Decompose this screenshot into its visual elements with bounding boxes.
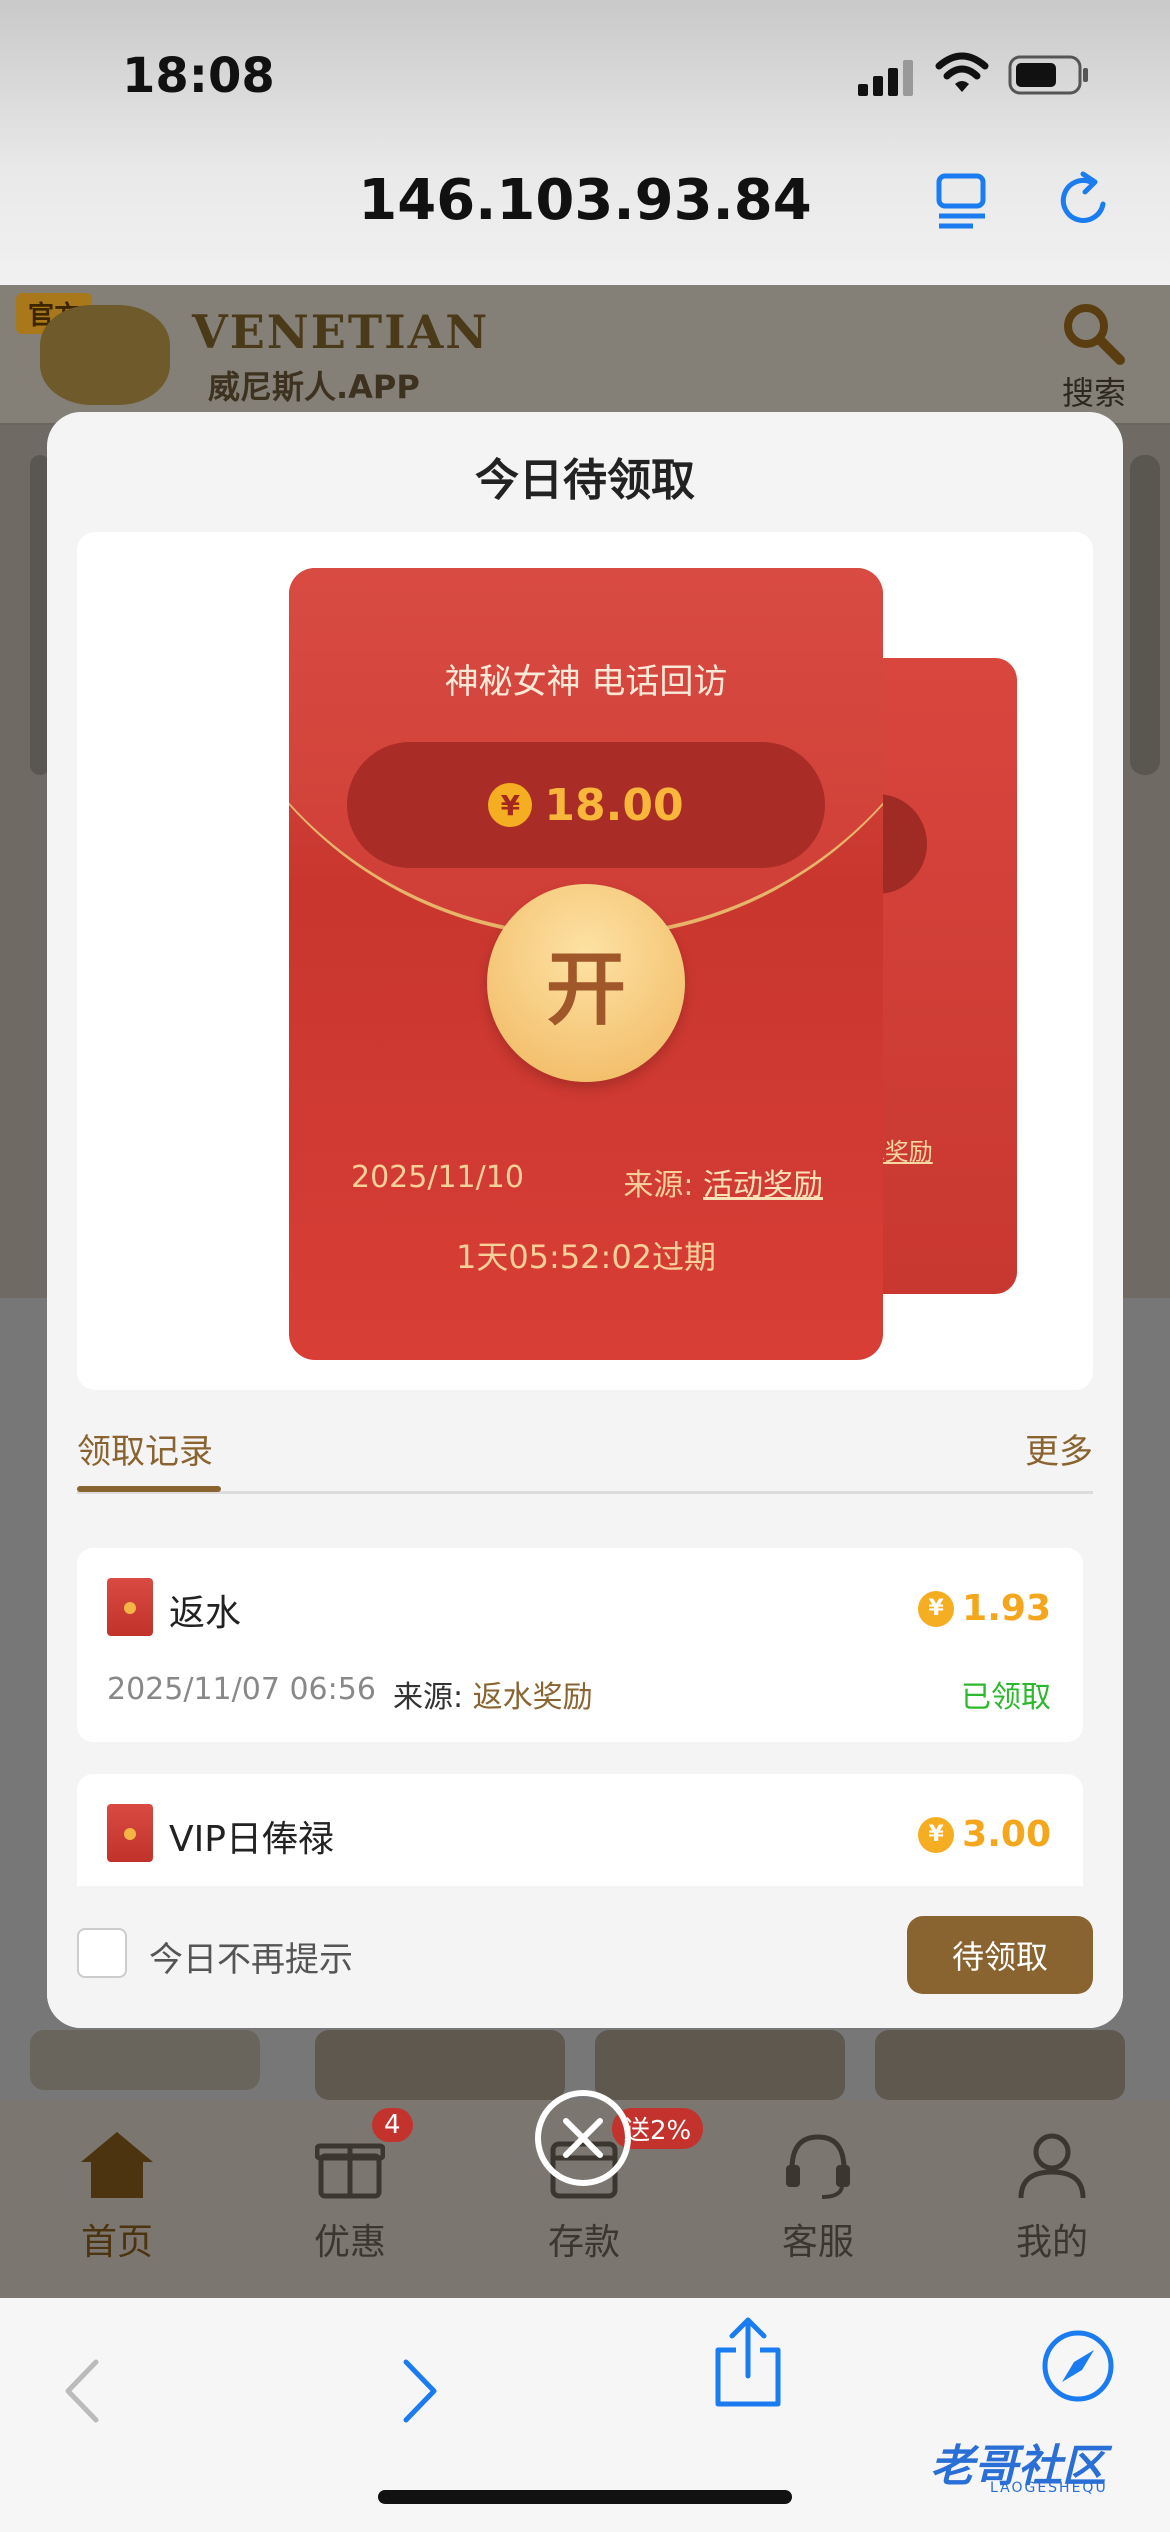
envelope-amount: ¥ 18.00	[347, 742, 825, 868]
nav-label: 客服	[781, 2222, 854, 2263]
nav-promotions[interactable]: 优惠	[280, 2125, 420, 2265]
nav-label: 存款	[547, 2222, 620, 2263]
envelope-expiry: 1天05:52:02过期	[455, 1238, 717, 1276]
source-label: 来源:	[623, 1168, 694, 1203]
share-icon[interactable]	[712, 2316, 784, 2408]
cellular-signal-icon	[858, 60, 913, 96]
address-bar-url[interactable]: 146.103.93.84	[0, 168, 1170, 233]
record-amount: ¥3.00	[918, 1814, 1051, 1855]
nav-profile[interactable]: 我的	[982, 2125, 1122, 2265]
record-item[interactable]: 返水 ¥1.93 2025/11/07 06:56 来源: 返水奖励 已领取	[77, 1548, 1083, 1742]
records-tabs: 领取记录 更多	[77, 1424, 1093, 1494]
background-banner	[1130, 455, 1160, 775]
battery-icon	[1008, 55, 1088, 95]
source-link[interactable]: 活动奖励	[703, 1168, 823, 1203]
lion-logo-icon	[40, 305, 170, 405]
red-envelope-icon	[107, 1578, 153, 1636]
pending-rewards-modal: 今日待领取 源: 返水奖励 神秘女神 电话回访 ¥ 18.00 开 2025/1…	[47, 412, 1123, 2028]
wifi-icon	[935, 52, 989, 92]
dont-show-today-checkbox[interactable]	[77, 1928, 127, 1978]
source-label: 来源:	[393, 1680, 464, 1715]
watermark-sub: LAOGESHEQU	[990, 2480, 1108, 2496]
modal-title: 今日待领取	[475, 455, 695, 506]
record-amount-value: 1.93	[962, 1588, 1051, 1629]
red-envelope-card[interactable]: 神秘女神 电话回访 ¥ 18.00 开 2025/11/10 来源: 活动奖励 …	[289, 568, 883, 1360]
user-icon	[1018, 2133, 1086, 2199]
envelope-title: 神秘女神 电话回访	[444, 662, 728, 702]
red-envelope-icon	[107, 1804, 153, 1862]
record-name: VIP日俸禄	[169, 1819, 334, 1860]
envelope-date: 2025/11/10	[351, 1160, 524, 1195]
gift-icon	[315, 2143, 385, 2199]
compass-icon[interactable]	[1040, 2328, 1116, 2404]
reload-icon[interactable]	[1055, 170, 1115, 230]
browser-top-bar: 18:08 146.103.93.84	[0, 0, 1170, 285]
background-tile	[595, 2030, 845, 2100]
source-value: 返水奖励	[472, 1680, 593, 1715]
record-source: 来源: 返水奖励	[393, 1672, 593, 1716]
nav-label: 优惠	[313, 2222, 386, 2263]
yen-icon: ¥	[918, 1590, 955, 1627]
envelope-source: 来源: 活动奖励	[623, 1160, 823, 1204]
pending-claim-button[interactable]: 待领取	[907, 1916, 1093, 1994]
record-name: 返水	[169, 1593, 242, 1634]
envelope-amount-value: 18.00	[544, 779, 684, 831]
open-envelope-button[interactable]: 开	[487, 884, 685, 1082]
envelope-carousel[interactable]: 源: 返水奖励 神秘女神 电话回访 ¥ 18.00 开 2025/11/10 来…	[77, 532, 1093, 1390]
tab-underline	[77, 1486, 221, 1492]
record-amount: ¥1.93	[918, 1588, 1051, 1629]
more-link[interactable]: 更多	[1025, 1424, 1093, 1473]
home-indicator[interactable]	[378, 2490, 792, 2504]
tab-claim-records[interactable]: 领取记录	[77, 1424, 213, 1473]
headset-icon	[786, 2134, 850, 2199]
record-status: 已领取	[961, 1680, 1051, 1715]
reader-mode-icon[interactable]	[935, 170, 989, 230]
nav-label: 我的	[1015, 2222, 1088, 2263]
app-header	[0, 285, 1170, 425]
background-tile	[875, 2030, 1125, 2100]
close-icon	[563, 2118, 603, 2158]
nav-label: 首页	[80, 2222, 153, 2263]
promotions-badge: 4	[372, 2108, 413, 2142]
nav-home[interactable]: 首页	[47, 2125, 187, 2265]
yen-icon: ¥	[918, 1816, 955, 1853]
search-label[interactable]: 搜索	[1062, 368, 1126, 414]
close-modal-button[interactable]	[535, 2090, 631, 2186]
record-amount-value: 3.00	[962, 1814, 1051, 1855]
app-logo-subtitle: 威尼斯人.APP	[208, 368, 420, 406]
nav-customer-service[interactable]: 客服	[748, 2125, 888, 2265]
record-date: 2025/11/07 06:56	[107, 1672, 376, 1707]
checkbox-label[interactable]: 今日不再提示	[149, 1932, 353, 1981]
home-icon	[81, 2132, 153, 2198]
modal-footer: 今日不再提示 待领取	[47, 1886, 1123, 2028]
search-icon[interactable]	[1060, 300, 1126, 366]
back-arrow-icon[interactable]	[62, 2358, 102, 2424]
app-logo-title: VENETIAN	[192, 305, 490, 359]
forward-arrow-icon[interactable]	[400, 2358, 440, 2424]
background-tile	[30, 2030, 260, 2090]
status-time: 18:08	[122, 48, 275, 104]
background-tile	[315, 2030, 565, 2100]
yen-icon: ¥	[488, 783, 533, 827]
